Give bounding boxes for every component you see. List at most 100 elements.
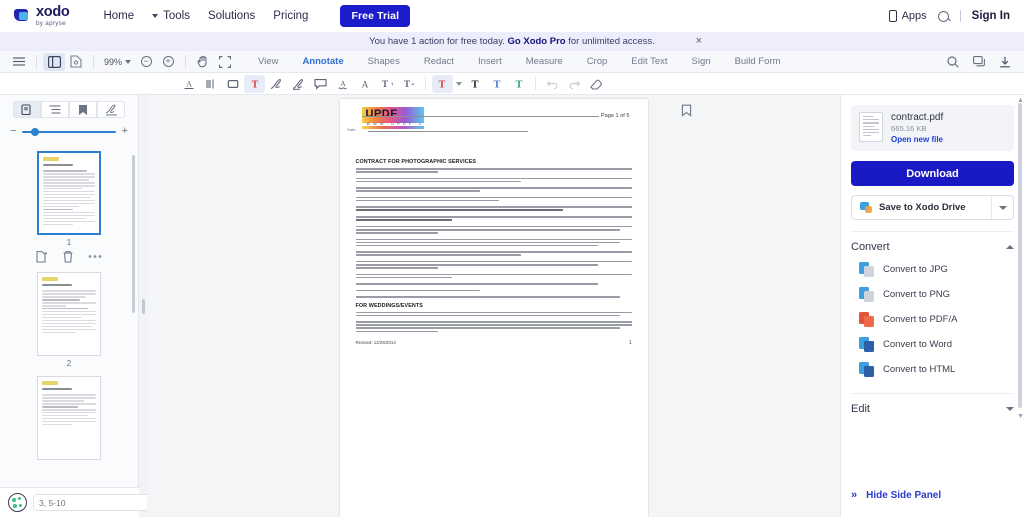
select-area-icon[interactable] [214, 53, 236, 71]
outline-tab-icon[interactable] [41, 101, 69, 118]
thumbnail-scrollbar[interactable] [132, 155, 135, 313]
nav-item-tools[interactable]: Tools [152, 10, 190, 22]
undo-icon[interactable] [542, 75, 563, 93]
page-more-options-icon[interactable] [88, 254, 102, 259]
svg-text:T: T [515, 79, 522, 90]
cookie-settings-icon[interactable] [8, 493, 27, 512]
menu-hamburger-icon[interactable] [8, 53, 30, 71]
signature-tab-icon[interactable] [97, 101, 125, 118]
nav-item-pricing[interactable]: Pricing [273, 10, 308, 22]
right-panel-scrollbar[interactable] [1018, 103, 1022, 408]
tab-crop[interactable]: Crop [575, 53, 620, 70]
text-color-green-icon[interactable]: T [508, 75, 529, 93]
scroll-up-arrow-icon[interactable]: ▲ [1017, 97, 1024, 104]
document-header-rule: Page 1 of 5 [362, 113, 632, 119]
duplicate-page-icon[interactable] [36, 250, 48, 263]
save-to-xodo-drive-button[interactable]: Save to Xodo Drive [851, 195, 1014, 220]
file-icon [859, 112, 883, 142]
paragraph [356, 321, 632, 332]
slider-track[interactable] [22, 131, 115, 133]
rectangle-highlight-icon[interactable] [222, 75, 243, 93]
thumbnail-page-3[interactable] [37, 376, 101, 460]
eraser-icon[interactable] [586, 75, 607, 93]
zoom-level-dropdown[interactable]: 99% [100, 57, 135, 67]
highlight-text-icon[interactable] [200, 75, 221, 93]
nav-item-home[interactable]: Home [103, 10, 134, 22]
bookmarks-tab-icon[interactable] [69, 101, 97, 118]
promo-cta-link[interactable]: Go Xodo Pro [508, 36, 566, 47]
paragraph [356, 290, 632, 292]
nav-item-solutions[interactable]: Solutions [208, 10, 255, 22]
squiggly-underline-icon[interactable]: A [332, 75, 353, 93]
thumbnail-list[interactable]: 1 [0, 151, 138, 517]
convert-to-html-item[interactable]: Convert to HTML [851, 357, 1014, 382]
document-page[interactable]: UPDF W W W . U P D F . C O M Page 1 of 5… [340, 99, 648, 517]
delete-page-icon[interactable] [62, 250, 74, 263]
text-color-red-icon[interactable]: T [432, 75, 453, 93]
sign-in-button[interactable]: Sign In [972, 10, 1010, 22]
convert-to-pdfa-item[interactable]: Convert to PDF/A [851, 307, 1014, 332]
add-text-icon[interactable]: T+ [376, 75, 397, 93]
thumbnail-page-1[interactable] [37, 151, 101, 235]
save-options-dropdown[interactable] [991, 196, 1013, 219]
splitter-grip[interactable] [142, 299, 145, 314]
edit-section-header[interactable]: Edit [851, 403, 1014, 415]
document-viewport[interactable]: UPDF W W W . U P D F . C O M Page 1 of 5… [147, 95, 840, 517]
thumbnails-tab-icon[interactable] [13, 101, 41, 118]
slider-handle[interactable] [31, 128, 39, 136]
download-button[interactable]: Download [851, 161, 1014, 186]
thumbnail-size-increase-icon[interactable]: + [122, 126, 128, 137]
page-view-icon[interactable] [65, 53, 87, 71]
zoom-in-button[interactable]: + [157, 53, 179, 71]
redo-icon[interactable] [564, 75, 585, 93]
open-new-file-link[interactable]: Open new file [891, 135, 943, 144]
download-icon[interactable] [994, 53, 1016, 71]
pan-hand-icon[interactable] [192, 53, 214, 71]
free-text-icon[interactable]: T [244, 75, 265, 93]
page-range-input[interactable] [33, 494, 156, 511]
thumbnail-page-2[interactable] [37, 272, 101, 356]
apps-button[interactable]: Apps [889, 10, 927, 22]
thumbnail-item[interactable]: 1 [0, 151, 138, 269]
promo-close-icon[interactable]: × [696, 36, 702, 47]
convert-to-png-item[interactable]: Convert to PNG [851, 282, 1014, 307]
search-document-icon[interactable] [942, 53, 964, 71]
convert-section-header[interactable]: Convert [851, 241, 1014, 253]
highlighter-pen-icon[interactable] [288, 75, 309, 93]
panel-splitter[interactable] [139, 95, 147, 517]
scroll-down-arrow-icon[interactable]: ▼ [1017, 413, 1024, 420]
tab-measure[interactable]: Measure [514, 53, 575, 70]
chevron-down-icon [456, 82, 462, 86]
convert-to-word-item[interactable]: Convert to Word [851, 332, 1014, 357]
tab-redact[interactable]: Redact [412, 53, 466, 70]
comments-icon[interactable] [968, 53, 990, 71]
text-color-black-icon[interactable]: T [464, 75, 485, 93]
tab-edit-text[interactable]: Edit Text [619, 53, 679, 70]
tab-shapes[interactable]: Shapes [356, 53, 412, 70]
freehand-pen-icon[interactable] [266, 75, 287, 93]
underline-text-icon[interactable]: A [178, 75, 199, 93]
svg-text:A: A [186, 79, 192, 88]
strikeout-icon[interactable]: A [354, 75, 375, 93]
bookmark-page-icon[interactable] [681, 104, 692, 117]
tab-build-form[interactable]: Build Form [723, 53, 793, 70]
thumbnail-item[interactable]: 2 [0, 272, 138, 368]
tab-insert[interactable]: Insert [466, 53, 514, 70]
convert-to-jpg-item[interactable]: Convert to JPG [851, 257, 1014, 282]
text-style-icon[interactable]: T [398, 75, 419, 93]
text-color-dropdown-icon[interactable] [454, 75, 463, 93]
tab-sign[interactable]: Sign [680, 53, 723, 70]
thumbnail-size-decrease-icon[interactable]: − [10, 126, 16, 137]
xodo-logo[interactable]: xodo by apryse [14, 5, 69, 27]
zoom-out-button[interactable]: − [135, 53, 157, 71]
free-trial-button[interactable]: Free Trial [340, 5, 410, 27]
tab-view[interactable]: View [246, 53, 290, 70]
text-color-blue-icon[interactable]: T [486, 75, 507, 93]
sticky-note-icon[interactable] [310, 75, 331, 93]
thumbnail-item[interactable] [0, 376, 138, 460]
search-icon[interactable] [938, 11, 949, 22]
thumbnail-size-slider[interactable]: − + [0, 122, 138, 144]
hide-side-panel-button[interactable]: » Hide Side Panel [851, 489, 941, 501]
tab-annotate[interactable]: Annotate [290, 53, 355, 70]
toggle-sidebar-icon[interactable] [43, 53, 65, 71]
